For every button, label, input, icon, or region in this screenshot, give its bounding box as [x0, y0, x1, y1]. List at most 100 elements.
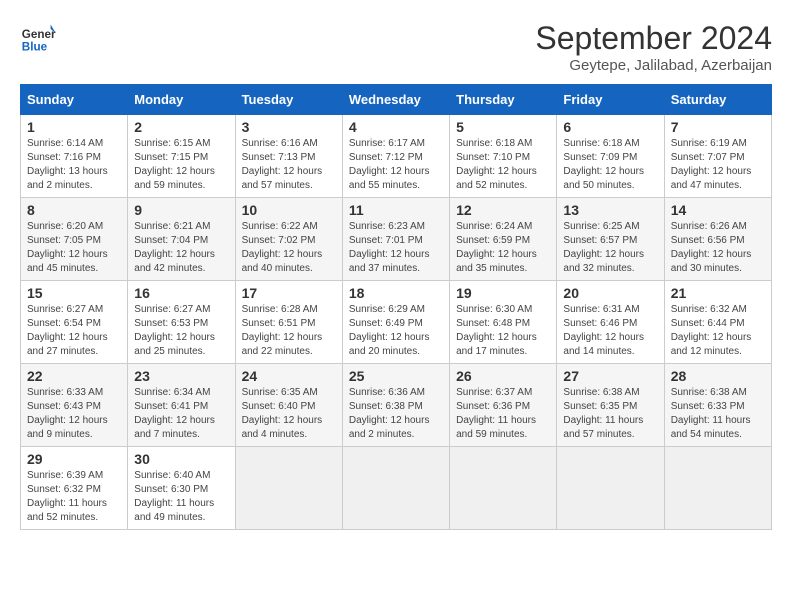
calendar-day-cell: 27 Sunrise: 6:38 AMSunset: 6:35 PMDaylig…	[557, 364, 664, 447]
day-info: Sunrise: 6:27 AMSunset: 6:54 PMDaylight:…	[27, 304, 108, 357]
header-monday: Monday	[128, 85, 235, 115]
calendar-day-cell: 8 Sunrise: 6:20 AMSunset: 7:05 PMDayligh…	[21, 198, 128, 281]
day-number: 23	[134, 368, 228, 384]
calendar-day-cell: 18 Sunrise: 6:29 AMSunset: 6:49 PMDaylig…	[342, 281, 449, 364]
empty-day-cell	[235, 447, 342, 530]
day-number: 30	[134, 451, 228, 467]
weekday-header-row: Sunday Monday Tuesday Wednesday Thursday…	[21, 85, 772, 115]
calendar-day-cell: 2 Sunrise: 6:15 AMSunset: 7:15 PMDayligh…	[128, 115, 235, 198]
day-info: Sunrise: 6:34 AMSunset: 6:41 PMDaylight:…	[134, 387, 215, 440]
calendar-day-cell: 6 Sunrise: 6:18 AMSunset: 7:09 PMDayligh…	[557, 115, 664, 198]
header-friday: Friday	[557, 85, 664, 115]
calendar-day-cell: 14 Sunrise: 6:26 AMSunset: 6:56 PMDaylig…	[664, 198, 771, 281]
day-number: 16	[134, 285, 228, 301]
day-info: Sunrise: 6:38 AMSunset: 6:35 PMDaylight:…	[563, 387, 643, 440]
page-header: General Blue September 2024 Geytepe, Jal…	[20, 20, 772, 74]
day-number: 12	[456, 202, 550, 218]
day-number: 27	[563, 368, 657, 384]
calendar-week-row: 29 Sunrise: 6:39 AMSunset: 6:32 PMDaylig…	[21, 447, 772, 530]
day-info: Sunrise: 6:28 AMSunset: 6:51 PMDaylight:…	[242, 304, 323, 357]
calendar-day-cell: 11 Sunrise: 6:23 AMSunset: 7:01 PMDaylig…	[342, 198, 449, 281]
calendar-day-cell: 24 Sunrise: 6:35 AMSunset: 6:40 PMDaylig…	[235, 364, 342, 447]
calendar-day-cell: 1 Sunrise: 6:14 AMSunset: 7:16 PMDayligh…	[21, 115, 128, 198]
calendar-week-row: 1 Sunrise: 6:14 AMSunset: 7:16 PMDayligh…	[21, 115, 772, 198]
day-info: Sunrise: 6:24 AMSunset: 6:59 PMDaylight:…	[456, 221, 537, 274]
calendar-day-cell: 17 Sunrise: 6:28 AMSunset: 6:51 PMDaylig…	[235, 281, 342, 364]
day-number: 17	[242, 285, 336, 301]
day-number: 4	[349, 119, 443, 135]
day-info: Sunrise: 6:22 AMSunset: 7:02 PMDaylight:…	[242, 221, 323, 274]
calendar-day-cell: 25 Sunrise: 6:36 AMSunset: 6:38 PMDaylig…	[342, 364, 449, 447]
calendar-day-cell: 19 Sunrise: 6:30 AMSunset: 6:48 PMDaylig…	[450, 281, 557, 364]
day-info: Sunrise: 6:18 AMSunset: 7:10 PMDaylight:…	[456, 138, 537, 191]
day-number: 11	[349, 202, 443, 218]
day-info: Sunrise: 6:21 AMSunset: 7:04 PMDaylight:…	[134, 221, 215, 274]
logo-icon: General Blue	[20, 20, 56, 56]
day-number: 9	[134, 202, 228, 218]
day-number: 19	[456, 285, 550, 301]
day-info: Sunrise: 6:20 AMSunset: 7:05 PMDaylight:…	[27, 221, 108, 274]
day-number: 25	[349, 368, 443, 384]
day-info: Sunrise: 6:26 AMSunset: 6:56 PMDaylight:…	[671, 221, 752, 274]
day-number: 15	[27, 285, 121, 301]
calendar-day-cell: 21 Sunrise: 6:32 AMSunset: 6:44 PMDaylig…	[664, 281, 771, 364]
day-info: Sunrise: 6:37 AMSunset: 6:36 PMDaylight:…	[456, 387, 536, 440]
calendar-day-cell: 7 Sunrise: 6:19 AMSunset: 7:07 PMDayligh…	[664, 115, 771, 198]
calendar-week-row: 22 Sunrise: 6:33 AMSunset: 6:43 PMDaylig…	[21, 364, 772, 447]
svg-text:Blue: Blue	[22, 41, 48, 54]
page-subtitle: Geytepe, Jalilabad, Azerbaijan	[535, 57, 772, 74]
logo: General Blue	[20, 20, 56, 56]
calendar-day-cell: 5 Sunrise: 6:18 AMSunset: 7:10 PMDayligh…	[450, 115, 557, 198]
day-number: 1	[27, 119, 121, 135]
empty-day-cell	[664, 447, 771, 530]
calendar-day-cell: 9 Sunrise: 6:21 AMSunset: 7:04 PMDayligh…	[128, 198, 235, 281]
empty-day-cell	[557, 447, 664, 530]
day-number: 2	[134, 119, 228, 135]
day-info: Sunrise: 6:32 AMSunset: 6:44 PMDaylight:…	[671, 304, 752, 357]
day-info: Sunrise: 6:40 AMSunset: 6:30 PMDaylight:…	[134, 470, 214, 523]
day-info: Sunrise: 6:35 AMSunset: 6:40 PMDaylight:…	[242, 387, 323, 440]
day-info: Sunrise: 6:31 AMSunset: 6:46 PMDaylight:…	[563, 304, 644, 357]
day-info: Sunrise: 6:17 AMSunset: 7:12 PMDaylight:…	[349, 138, 430, 191]
day-info: Sunrise: 6:29 AMSunset: 6:49 PMDaylight:…	[349, 304, 430, 357]
day-number: 18	[349, 285, 443, 301]
calendar-day-cell: 20 Sunrise: 6:31 AMSunset: 6:46 PMDaylig…	[557, 281, 664, 364]
calendar-week-row: 15 Sunrise: 6:27 AMSunset: 6:54 PMDaylig…	[21, 281, 772, 364]
calendar-day-cell: 29 Sunrise: 6:39 AMSunset: 6:32 PMDaylig…	[21, 447, 128, 530]
day-number: 26	[456, 368, 550, 384]
day-number: 29	[27, 451, 121, 467]
day-info: Sunrise: 6:14 AMSunset: 7:16 PMDaylight:…	[27, 138, 108, 191]
day-number: 10	[242, 202, 336, 218]
page-title: September 2024	[535, 20, 772, 57]
day-number: 20	[563, 285, 657, 301]
day-info: Sunrise: 6:19 AMSunset: 7:07 PMDaylight:…	[671, 138, 752, 191]
calendar-day-cell: 12 Sunrise: 6:24 AMSunset: 6:59 PMDaylig…	[450, 198, 557, 281]
day-info: Sunrise: 6:36 AMSunset: 6:38 PMDaylight:…	[349, 387, 430, 440]
day-number: 21	[671, 285, 765, 301]
empty-day-cell	[342, 447, 449, 530]
title-block: September 2024 Geytepe, Jalilabad, Azerb…	[535, 20, 772, 74]
calendar-day-cell: 28 Sunrise: 6:38 AMSunset: 6:33 PMDaylig…	[664, 364, 771, 447]
calendar-day-cell: 30 Sunrise: 6:40 AMSunset: 6:30 PMDaylig…	[128, 447, 235, 530]
day-number: 28	[671, 368, 765, 384]
calendar-week-row: 8 Sunrise: 6:20 AMSunset: 7:05 PMDayligh…	[21, 198, 772, 281]
header-thursday: Thursday	[450, 85, 557, 115]
day-number: 8	[27, 202, 121, 218]
header-saturday: Saturday	[664, 85, 771, 115]
day-info: Sunrise: 6:33 AMSunset: 6:43 PMDaylight:…	[27, 387, 108, 440]
day-info: Sunrise: 6:30 AMSunset: 6:48 PMDaylight:…	[456, 304, 537, 357]
day-number: 22	[27, 368, 121, 384]
day-info: Sunrise: 6:39 AMSunset: 6:32 PMDaylight:…	[27, 470, 107, 523]
svg-text:General: General	[22, 28, 56, 41]
day-info: Sunrise: 6:38 AMSunset: 6:33 PMDaylight:…	[671, 387, 751, 440]
day-info: Sunrise: 6:16 AMSunset: 7:13 PMDaylight:…	[242, 138, 323, 191]
calendar-day-cell: 15 Sunrise: 6:27 AMSunset: 6:54 PMDaylig…	[21, 281, 128, 364]
day-number: 5	[456, 119, 550, 135]
calendar-day-cell: 16 Sunrise: 6:27 AMSunset: 6:53 PMDaylig…	[128, 281, 235, 364]
day-info: Sunrise: 6:15 AMSunset: 7:15 PMDaylight:…	[134, 138, 215, 191]
header-wednesday: Wednesday	[342, 85, 449, 115]
day-info: Sunrise: 6:18 AMSunset: 7:09 PMDaylight:…	[563, 138, 644, 191]
calendar-table: Sunday Monday Tuesday Wednesday Thursday…	[20, 84, 772, 530]
empty-day-cell	[450, 447, 557, 530]
day-number: 13	[563, 202, 657, 218]
